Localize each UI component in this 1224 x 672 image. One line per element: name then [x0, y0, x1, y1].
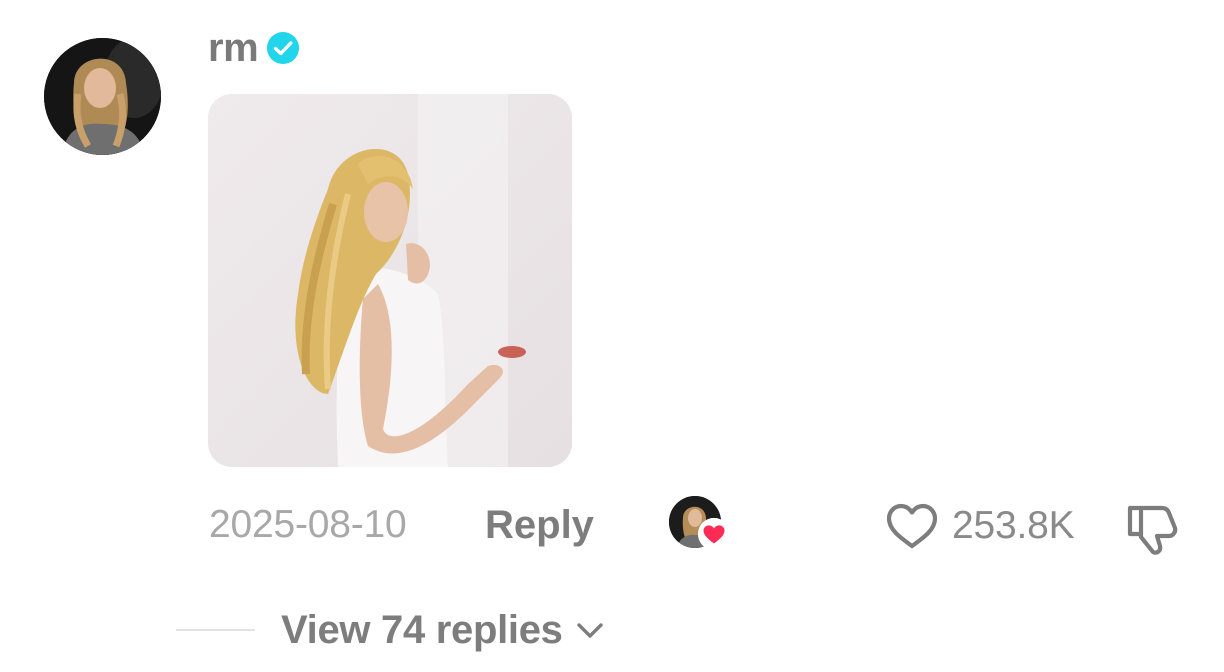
heart-filled-icon [698, 518, 730, 550]
dislike-button[interactable] [1124, 500, 1182, 556]
view-replies-button[interactable]: View 74 replies [281, 608, 607, 652]
view-replies-label: View 74 replies [281, 608, 563, 652]
user-avatar[interactable] [44, 38, 161, 155]
replies-divider [176, 629, 255, 631]
thumbs-down-icon [1127, 505, 1178, 555]
reply-button[interactable]: Reply [485, 503, 594, 547]
like-button[interactable]: 253.8K [884, 500, 1075, 552]
comment-photo [208, 94, 572, 467]
heart-outline-icon [884, 500, 940, 552]
avatar-photo [44, 38, 161, 155]
username[interactable]: rm [208, 28, 259, 68]
comment-date: 2025-08-10 [209, 503, 407, 546]
comment-header: rm [208, 26, 300, 70]
like-count: 253.8K [952, 504, 1075, 547]
chevron-down-icon [573, 613, 607, 647]
comment-image[interactable] [208, 94, 572, 467]
liked-by-creator [669, 496, 733, 552]
verified-badge-icon [266, 31, 300, 65]
